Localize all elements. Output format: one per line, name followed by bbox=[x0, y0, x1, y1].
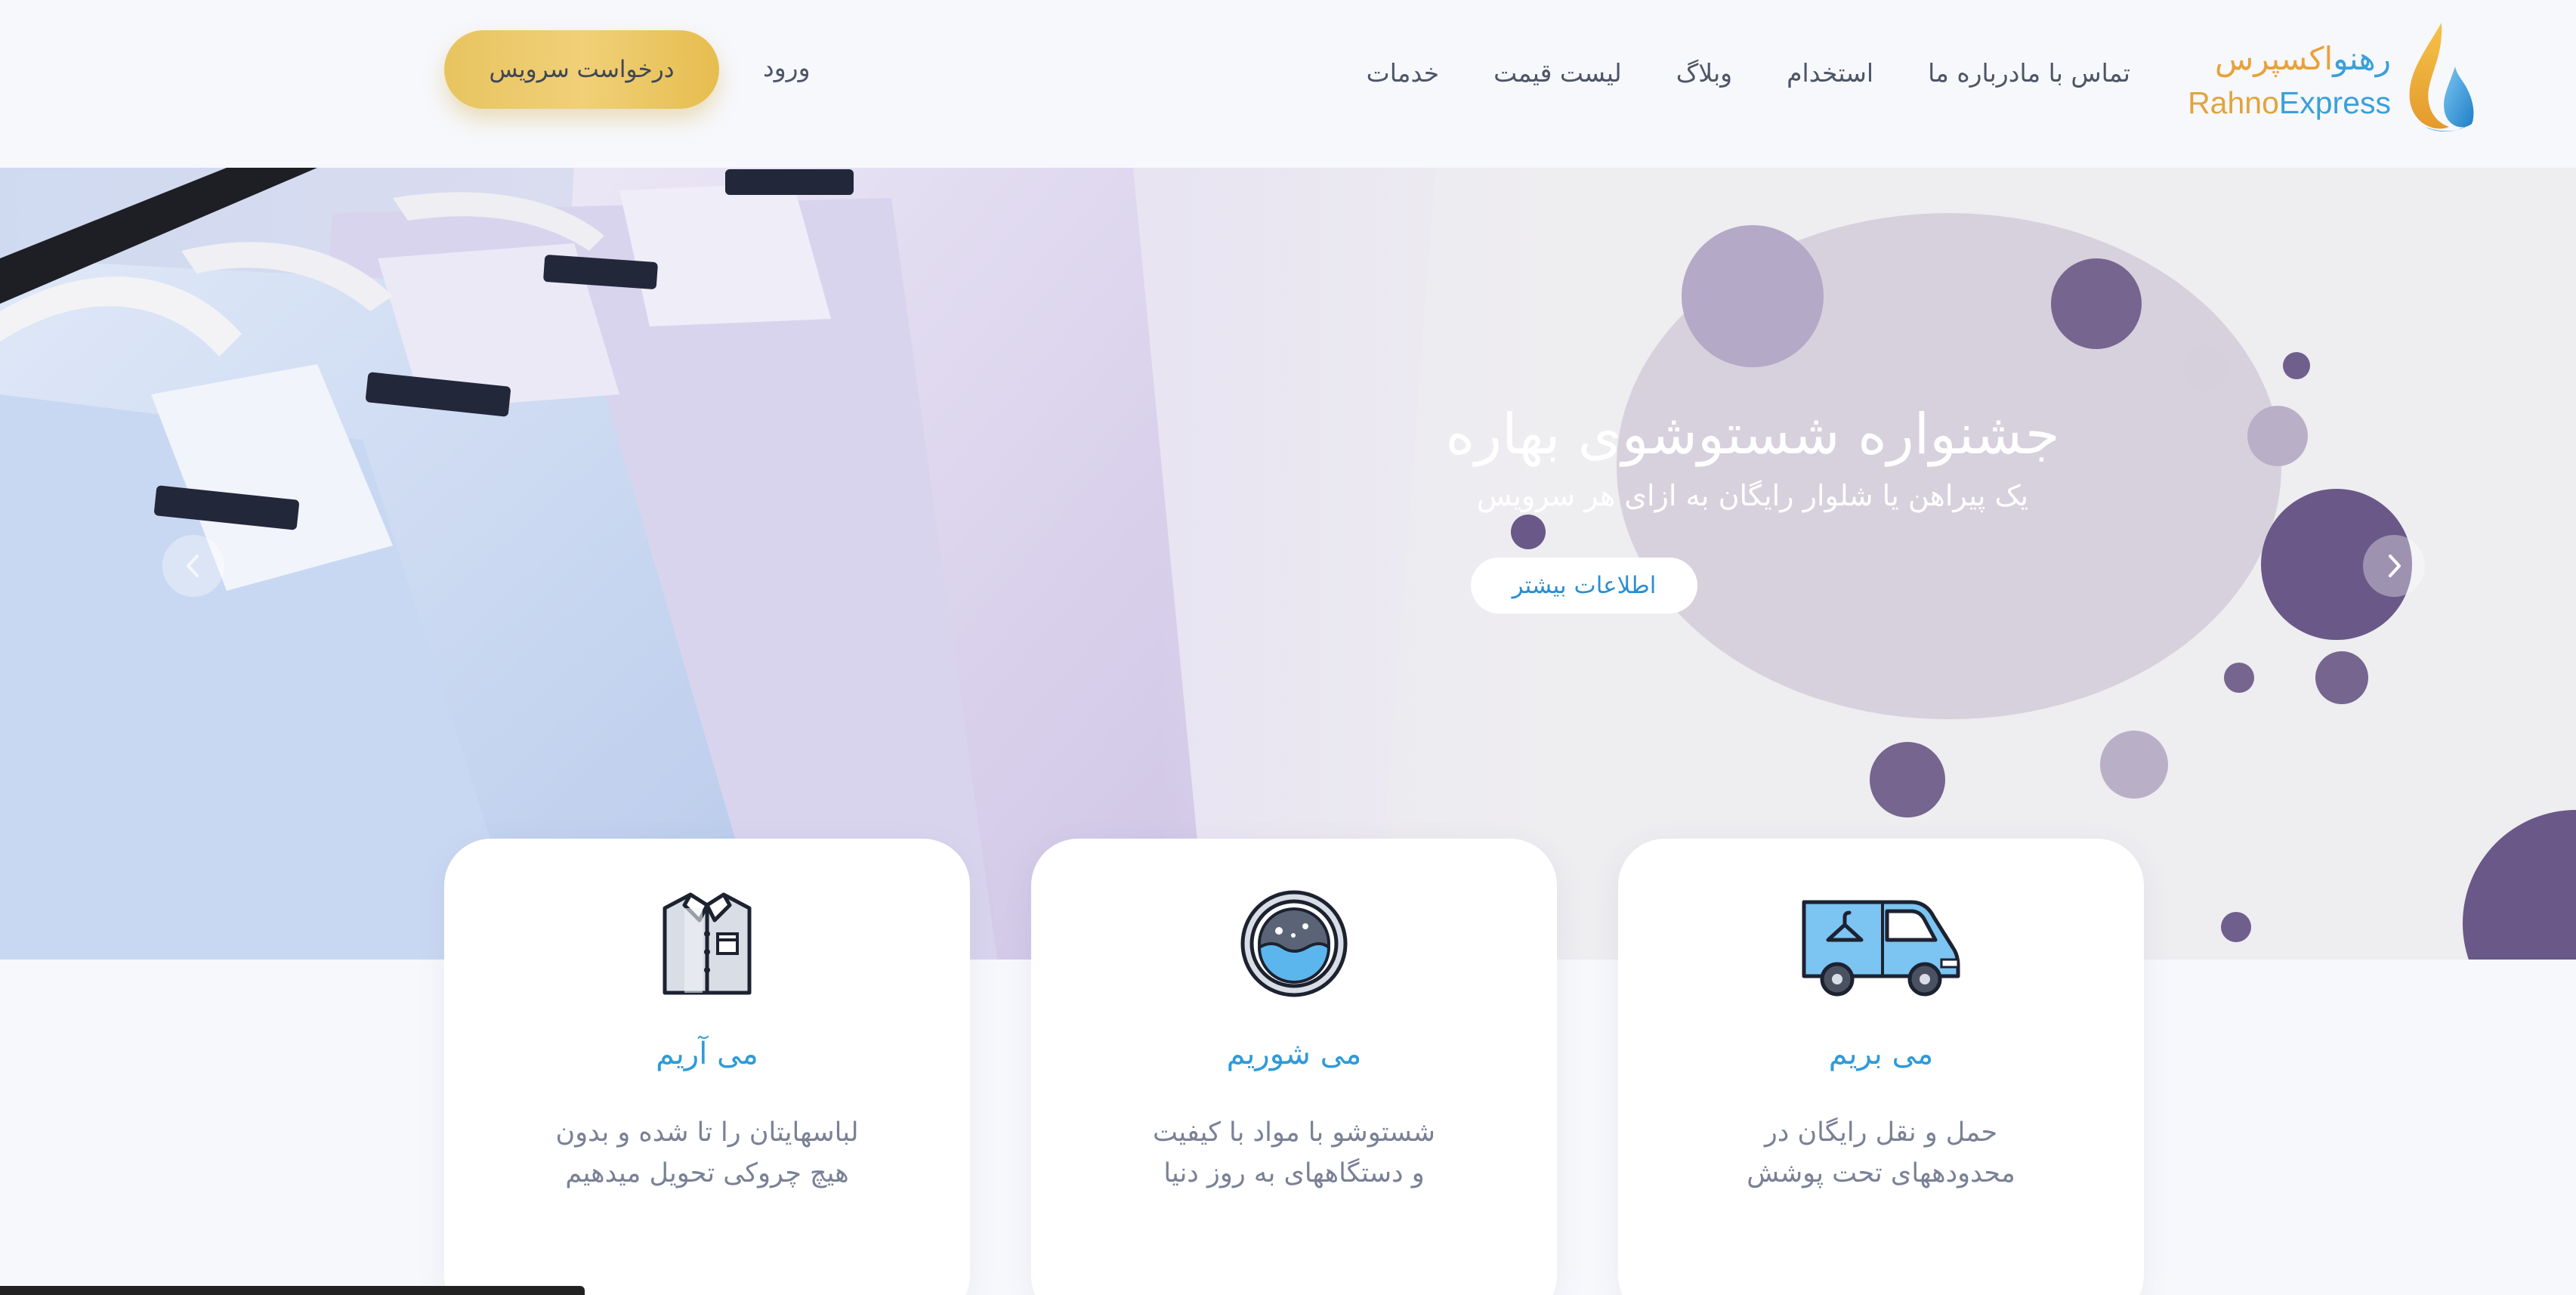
brand-logo[interactable]: رهنواکسپرس RahnoExpress bbox=[2176, 21, 2478, 134]
service-card-wash: می شوریم شستوشو با مواد با کیفیت و دستگا… bbox=[1031, 839, 1557, 1295]
brand-name-fa: رهنواکسپرس bbox=[2214, 40, 2391, 77]
card-description-line: لباسهایتان را تا شده و بدون bbox=[555, 1117, 859, 1148]
card-description: حمل و نقل رایگان در محدودههای تحت پوشش bbox=[1663, 1112, 2099, 1194]
card-title: می بریم bbox=[1828, 1037, 1934, 1071]
brand-name-en: RahnoExpress bbox=[2188, 85, 2391, 120]
more-info-button[interactable]: اطلاعات بیشتر bbox=[1471, 558, 1697, 614]
chevron-left-icon bbox=[187, 555, 199, 577]
brand-name: رهنواکسپرس RahnoExpress bbox=[2188, 36, 2391, 124]
card-description-line: و دستگاههای به روز دنیا bbox=[1163, 1158, 1425, 1188]
slider-next-button[interactable] bbox=[2363, 535, 2425, 597]
card-title: می آریم bbox=[656, 1037, 758, 1071]
nav-item-price-list[interactable]: لیست قیمت bbox=[1493, 58, 1622, 88]
delivery-van-icon bbox=[1802, 900, 1960, 997]
slider-prev-button[interactable] bbox=[162, 535, 224, 597]
card-description: شستوشو با مواد با کیفیت و دستگاههای به ر… bbox=[1076, 1112, 1512, 1194]
card-title: می شوریم bbox=[1226, 1037, 1362, 1071]
request-service-button[interactable]: درخواست سرویس bbox=[444, 30, 719, 109]
card-description-line: شستوشو با مواد با کیفیت bbox=[1153, 1117, 1435, 1148]
shirt-icon bbox=[663, 892, 752, 995]
droplet-logo-icon bbox=[2409, 23, 2474, 131]
card-description-line: حمل و نقل رایگان در bbox=[1764, 1117, 1998, 1148]
card-description: لباسهایتان را تا شده و بدون هیچ چروکی تح… bbox=[490, 1112, 925, 1194]
chevron-right-icon bbox=[2389, 555, 2401, 577]
washing-machine-icon bbox=[1240, 890, 1348, 997]
main-nav: خدمات لیست قیمت وبلاگ استخدام درباره ما … bbox=[1312, 44, 2130, 101]
site-header: رهنواکسپرس RahnoExpress خدمات لیست قیمت … bbox=[0, 0, 2576, 168]
service-card-pickup: می بریم حمل و نقل رایگان در محدودههای تح… bbox=[1618, 839, 2144, 1295]
nav-item-careers[interactable]: استخدام bbox=[1787, 58, 1873, 88]
nav-item-contact[interactable]: تماس با ما bbox=[2019, 58, 2130, 88]
login-link[interactable]: ورود bbox=[763, 53, 811, 82]
nav-item-blog[interactable]: وبلاگ bbox=[1676, 58, 1732, 88]
nav-item-about[interactable]: درباره ما bbox=[1928, 58, 2019, 88]
hero-title: جشنواره شستوشوی بهاره bbox=[1445, 402, 2060, 467]
bottom-scrollbar[interactable] bbox=[0, 1286, 585, 1295]
card-description-line: محدودههای تحت پوشش bbox=[1747, 1158, 2015, 1188]
service-card-deliver: می آریم لباسهایتان را تا شده و بدون هیچ … bbox=[444, 839, 970, 1295]
hero-subtitle: یک پیراهن یا شلوار رایگان به ازای هر سرو… bbox=[1476, 479, 2029, 512]
nav-item-services[interactable]: خدمات bbox=[1367, 58, 1440, 88]
card-description-line: هیچ چروکی تحویل میدهیم bbox=[565, 1158, 849, 1188]
